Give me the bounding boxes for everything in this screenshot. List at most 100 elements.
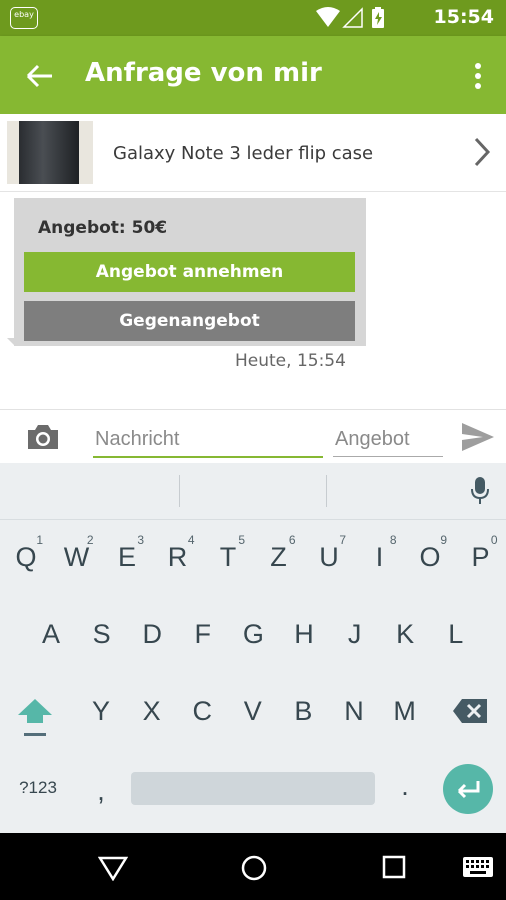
page-title: Anfrage von mir xyxy=(85,58,322,88)
key-hint: 7 xyxy=(339,533,346,547)
offer-message-bubble: Angebot: 50€ Angebot annehmen Gegenangeb… xyxy=(7,198,366,346)
key-label: T xyxy=(219,542,237,572)
key-a[interactable]: A xyxy=(26,604,76,664)
key-label: I xyxy=(375,542,384,572)
key-label: X xyxy=(142,696,161,726)
spacebar[interactable] xyxy=(131,772,375,805)
ebay-notification-icon: ebay xyxy=(10,7,38,29)
key-hint: 0 xyxy=(490,533,498,547)
soft-keyboard: Q1W2E3R4T5Z6U7I8O9P0 ASDFGHJKL YXCVBNM ?… xyxy=(0,463,506,833)
overflow-menu-icon[interactable] xyxy=(472,60,484,92)
wifi-icon xyxy=(316,7,340,27)
key-l[interactable]: L xyxy=(431,604,481,664)
key-label: G xyxy=(242,619,264,649)
key-t[interactable]: T5 xyxy=(203,527,253,587)
key-hint: 3 xyxy=(137,533,144,547)
key-label: R xyxy=(167,542,188,572)
back-triangle-icon[interactable] xyxy=(98,855,128,881)
keyboard-switch-icon[interactable] xyxy=(463,857,493,877)
counter-offer-button[interactable]: Gegenangebot xyxy=(24,301,355,341)
suggestion-strip xyxy=(0,463,506,520)
key-hint: 8 xyxy=(389,533,397,547)
item-row[interactable]: Galaxy Note 3 leder flip case xyxy=(0,114,506,192)
key-label: F xyxy=(194,619,212,649)
accept-offer-button[interactable]: Angebot annehmen xyxy=(24,252,355,292)
item-thumbnail xyxy=(7,121,93,184)
microphone-icon[interactable] xyxy=(470,476,490,506)
key-o[interactable]: O9 xyxy=(405,527,455,587)
key-s[interactable]: S xyxy=(77,604,127,664)
key-label: C xyxy=(192,696,212,726)
key-j[interactable]: J xyxy=(330,604,380,664)
back-arrow-icon[interactable] xyxy=(24,60,56,92)
key-v[interactable]: V xyxy=(228,681,278,741)
compose-bar xyxy=(0,409,506,464)
message-timestamp: Heute, 15:54 xyxy=(235,351,346,371)
key-label: N xyxy=(344,696,364,726)
item-title: Galaxy Note 3 leder flip case xyxy=(113,143,374,164)
key-w[interactable]: W2 xyxy=(52,527,102,587)
key-q[interactable]: Q1 xyxy=(1,527,51,587)
shift-icon[interactable] xyxy=(16,697,54,739)
key-k[interactable]: K xyxy=(380,604,430,664)
key-label: U xyxy=(319,542,339,572)
key-label: P xyxy=(471,542,490,572)
offer-input[interactable] xyxy=(333,422,443,457)
key-label: E xyxy=(117,542,136,572)
symbols-key[interactable]: ?123 xyxy=(12,758,64,818)
key-i[interactable]: I8 xyxy=(355,527,405,587)
chevron-right-icon xyxy=(474,137,491,167)
key-e[interactable]: E3 xyxy=(102,527,152,587)
key-f[interactable]: F xyxy=(178,604,228,664)
key-x[interactable]: X xyxy=(127,681,177,741)
key-b[interactable]: B xyxy=(278,681,328,741)
key-label: V xyxy=(243,696,262,726)
key-label: Z xyxy=(270,542,287,572)
clock: 15:54 xyxy=(433,6,494,28)
backspace-icon[interactable] xyxy=(452,698,488,724)
key-label: O xyxy=(419,542,441,572)
period-key[interactable]: . xyxy=(380,756,430,816)
key-p[interactable]: P0 xyxy=(456,527,506,587)
message-input[interactable] xyxy=(93,422,323,458)
app-bar: Anfrage von mir xyxy=(0,36,506,114)
enter-icon xyxy=(457,781,480,799)
key-label: W xyxy=(63,542,90,572)
navigation-bar xyxy=(0,833,506,900)
key-hint: 5 xyxy=(238,533,245,547)
key-c[interactable]: C xyxy=(177,681,227,741)
key-u[interactable]: U7 xyxy=(304,527,354,587)
key-m[interactable]: M xyxy=(380,681,430,741)
key-hint: 4 xyxy=(187,533,195,547)
key-label: D xyxy=(142,619,162,649)
key-z[interactable]: Z6 xyxy=(254,527,304,587)
system-status-icons xyxy=(316,7,384,28)
key-label: H xyxy=(294,619,314,649)
home-circle-icon[interactable] xyxy=(240,854,268,882)
signal-icon xyxy=(342,7,363,28)
offer-amount: Angebot: 50€ xyxy=(38,218,168,238)
key-label: M xyxy=(393,696,416,726)
key-h[interactable]: H xyxy=(279,604,329,664)
enter-key[interactable] xyxy=(443,764,493,814)
camera-icon[interactable] xyxy=(26,423,60,451)
key-label: L xyxy=(448,619,464,649)
send-icon[interactable] xyxy=(461,422,495,452)
key-label: Q xyxy=(15,542,37,572)
key-label: K xyxy=(396,619,415,649)
key-n[interactable]: N xyxy=(329,681,379,741)
key-hint: 1 xyxy=(36,533,43,547)
key-hint: 2 xyxy=(86,533,94,547)
key-label: Y xyxy=(91,696,110,726)
comma-key[interactable]: , xyxy=(76,761,126,821)
key-label: S xyxy=(92,619,111,649)
recents-square-icon[interactable] xyxy=(382,855,406,879)
key-g[interactable]: G xyxy=(228,604,278,664)
ebay-logo-text: ebay xyxy=(14,10,34,19)
key-hint: 6 xyxy=(288,533,296,547)
status-bar: ebay 15:54 xyxy=(0,0,506,36)
key-y[interactable]: Y xyxy=(76,681,126,741)
key-d[interactable]: D xyxy=(127,604,177,664)
key-r[interactable]: R4 xyxy=(153,527,203,587)
key-label: J xyxy=(347,619,362,649)
